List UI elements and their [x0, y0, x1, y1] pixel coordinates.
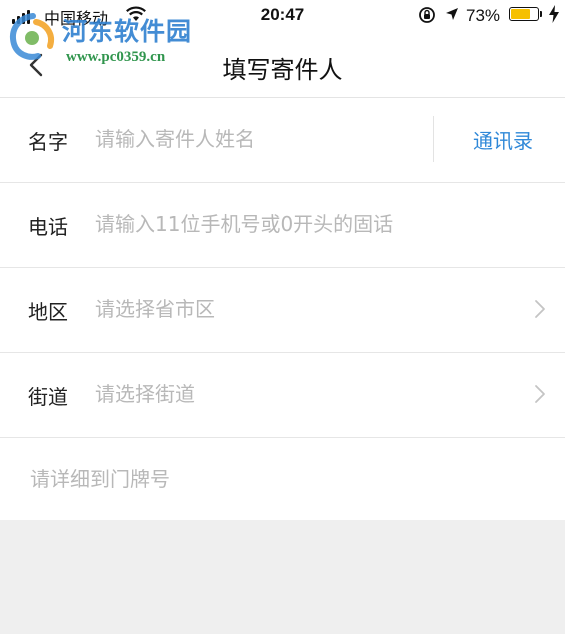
street-row[interactable]: 街道 — [0, 353, 565, 438]
address-detail-input[interactable] — [30, 462, 530, 496]
nav-bar: 填写寄件人 — [0, 32, 565, 98]
phone-label: 电话 — [28, 215, 68, 239]
status-bar: 中国移动 20:47 73% — [0, 0, 565, 32]
region-select[interactable] — [95, 292, 515, 326]
charging-icon — [549, 5, 559, 23]
location-icon — [446, 8, 458, 20]
page-title: 填写寄件人 — [222, 56, 343, 84]
name-label: 名字 — [28, 130, 68, 154]
phone-input[interactable] — [95, 207, 535, 241]
empty-area — [0, 520, 565, 634]
contacts-button[interactable]: 通讯录 — [473, 125, 533, 154]
sender-form: 名字 通讯录 电话 地区 街道 — [0, 98, 565, 522]
street-select[interactable] — [95, 377, 515, 411]
region-row[interactable]: 地区 — [0, 268, 565, 353]
street-label: 街道 — [28, 385, 68, 409]
phone-row: 电话 — [0, 183, 565, 268]
chevron-right-icon — [535, 385, 545, 403]
name-input[interactable] — [95, 122, 425, 156]
battery-icon — [509, 7, 542, 21]
battery-percentage: 73% — [466, 6, 501, 25]
orientation-lock-icon — [419, 7, 435, 23]
name-row: 名字 通讯录 — [0, 98, 565, 183]
divider — [433, 116, 434, 162]
address-detail-row — [0, 438, 565, 522]
region-label: 地区 — [28, 300, 68, 324]
chevron-right-icon — [535, 300, 545, 318]
